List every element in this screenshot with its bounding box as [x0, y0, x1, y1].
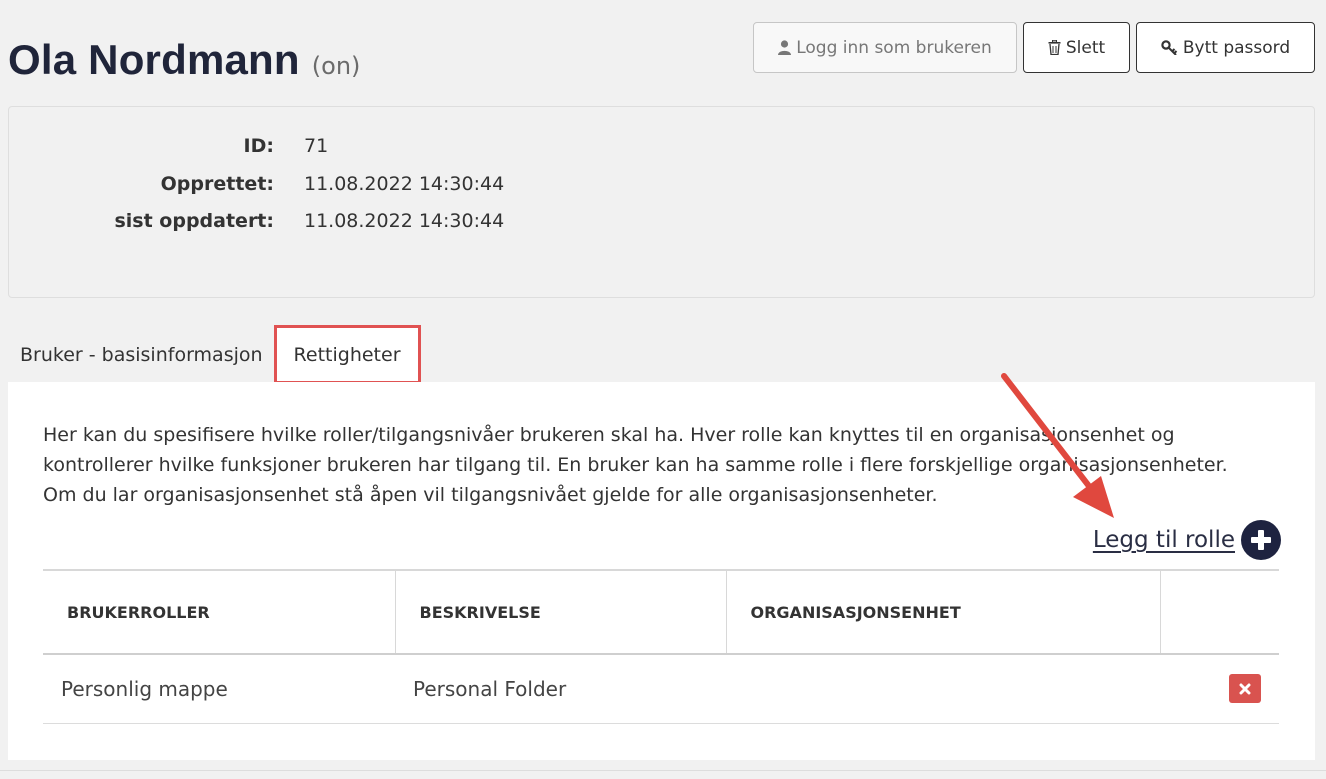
description-cell: Personal Folder — [395, 654, 726, 724]
role-cell: Personlig mappe — [43, 654, 395, 724]
column-header-description: BESKRIVELSE — [394, 569, 726, 655]
column-header-org-unit: ORGANISASJONSENHET — [725, 569, 1160, 655]
user-details-page: Ola Nordmann (on) Logg inn som brukeren — [0, 0, 1326, 779]
created-value: 11.08.2022 14:30:44 — [304, 173, 505, 195]
change-password-button[interactable]: Bytt passord — [1136, 22, 1315, 73]
trash-icon — [1048, 40, 1061, 55]
rights-intro: Her kan du spesifisere hvilke roller/til… — [43, 420, 1243, 510]
roles-table: BRUKERROLLER BESKRIVELSE ORGANISASJONSEN… — [43, 569, 1279, 724]
tab-rights[interactable]: Rettigheter — [273, 325, 421, 384]
plus-circle-icon[interactable] — [1241, 520, 1281, 560]
page-title: Ola Nordmann — [8, 36, 300, 83]
username: (on) — [311, 52, 361, 80]
action-bar: Logg inn som brukeren Slett Bytt passord — [753, 22, 1315, 73]
info-row-id: ID: 71 — [9, 132, 329, 160]
intro-line-3: Om du lar organisasjonsenhet stå åpen vi… — [43, 484, 938, 506]
tab-basic-info[interactable]: Bruker - basisinformasjon — [8, 327, 275, 382]
column-header-actions — [1159, 569, 1279, 655]
delete-button[interactable]: Slett — [1023, 22, 1130, 73]
user-icon — [778, 40, 792, 55]
delete-label: Slett — [1065, 37, 1106, 58]
user-info-panel: ID: 71 Opprettet: 11.08.2022 14:30:44 si… — [8, 106, 1315, 298]
table-row: Personlig mappe Personal Folder — [43, 654, 1279, 724]
info-row-updated: sist oppdatert: 11.08.2022 14:30:44 — [9, 207, 504, 235]
org-unit-cell — [726, 654, 1160, 724]
id-label: ID: — [243, 135, 274, 157]
add-role-label[interactable]: Legg til rolle — [1093, 527, 1235, 553]
row-actions-cell — [1160, 654, 1279, 724]
column-header-roles: BRUKERROLLER — [43, 569, 395, 655]
table-header-row: BRUKERROLLER BESKRIVELSE ORGANISASJONSEN… — [43, 569, 1279, 655]
id-value: 71 — [304, 135, 329, 157]
divider — [0, 770, 1326, 771]
created-label: Opprettet: — [160, 173, 274, 195]
rights-panel: Her kan du spesifisere hvilke roller/til… — [8, 382, 1315, 760]
tab-bar: Bruker - basisinformasjon Rettigheter — [8, 325, 421, 384]
login-as-user-label: Logg inn som brukeren — [796, 37, 992, 58]
add-role-link[interactable]: Legg til rolle — [1093, 520, 1281, 560]
remove-role-button[interactable] — [1229, 674, 1261, 704]
key-icon — [1161, 40, 1178, 55]
close-icon — [1239, 683, 1251, 695]
updated-label: sist oppdatert: — [114, 210, 274, 232]
page-title-row: Ola Nordmann (on) — [8, 36, 360, 84]
intro-line-2: kontrollerer hvilke funksjoner brukeren … — [43, 454, 1228, 476]
intro-line-1: Her kan du spesifisere hvilke roller/til… — [43, 424, 1175, 446]
login-as-user-button[interactable]: Logg inn som brukeren — [753, 22, 1017, 73]
updated-value: 11.08.2022 14:30:44 — [304, 210, 505, 232]
info-row-created: Opprettet: 11.08.2022 14:30:44 — [9, 170, 505, 198]
change-password-label: Bytt passord — [1182, 37, 1291, 58]
